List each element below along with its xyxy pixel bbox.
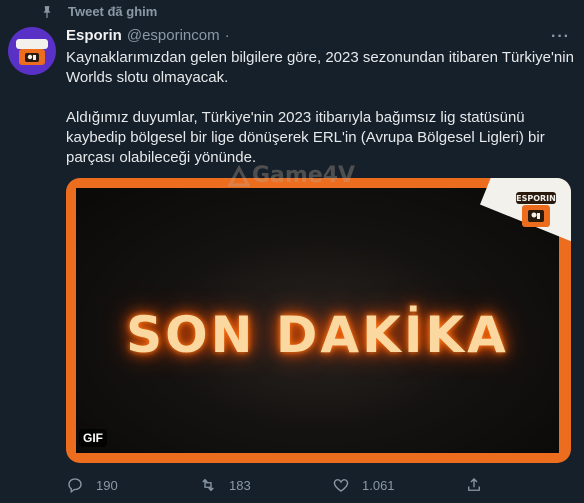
esporin-corner-logo-icon: ESPORIN (516, 192, 556, 227)
share-button[interactable] (465, 476, 495, 494)
tweet-media-gif[interactable]: SON DAKİKA ESPORIN GIF (66, 178, 571, 463)
tweet-paragraph-2: Aldığımız duyumlar, Türkiye'nin 2023 iti… (66, 109, 545, 166)
tweet-header: Esporin @esporincom · (66, 27, 230, 44)
tweet-paragraph-1: Kaynaklarımızdan gelen bilgilere göre, 2… (66, 49, 574, 86)
author-name[interactable]: Esporin (66, 27, 122, 44)
separator-dot: · (224, 27, 230, 44)
watermark-text: Game4V (252, 163, 356, 188)
reply-icon (68, 478, 82, 494)
retweet-count: 183 (229, 477, 251, 493)
reply-button[interactable]: 190 (66, 476, 199, 494)
pin-icon (43, 5, 51, 18)
pinned-label: Tweet đã ghim (68, 4, 158, 19)
share-icon (468, 478, 480, 491)
tweet-text: Kaynaklarımızdan gelen bilgilere göre, 2… (66, 48, 576, 168)
like-button[interactable]: 1.061 (332, 476, 465, 494)
reply-count: 190 (96, 477, 118, 493)
watermark: Game4V (226, 163, 355, 188)
esporin-logo-icon (16, 39, 48, 65)
gif-headline: SON DAKİKA (126, 306, 509, 364)
like-count: 1.061 (362, 477, 395, 493)
tweet-actions: 190 183 1.061 (66, 476, 571, 494)
retweet-icon (202, 478, 214, 492)
avatar[interactable] (8, 27, 56, 75)
gif-badge: GIF (79, 429, 107, 447)
like-icon (333, 479, 349, 492)
watermark-logo-icon (227, 164, 251, 186)
gif-frame: SON DAKİKA (76, 188, 559, 453)
more-options-button[interactable]: ··· (551, 28, 570, 46)
pinned-indicator: Tweet đã ghim (40, 4, 157, 19)
corner-logo-text: ESPORIN (516, 194, 556, 203)
author-handle[interactable]: @esporincom (127, 27, 220, 44)
retweet-button[interactable]: 183 (199, 476, 332, 494)
